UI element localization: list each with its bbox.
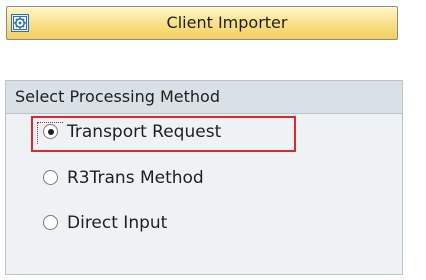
client-importer-button[interactable]: Client Importer xyxy=(6,6,398,40)
option-direct-input[interactable]: Direct Input xyxy=(6,208,236,240)
client-importer-label: Client Importer xyxy=(166,13,288,32)
option-label-direct-input: Direct Input xyxy=(67,213,168,233)
radio-transport-request[interactable] xyxy=(43,124,58,139)
option-label-r3trans-method: R3Trans Method xyxy=(67,168,204,188)
option-transport-request[interactable]: Transport Request xyxy=(6,117,286,149)
radio-direct-input[interactable] xyxy=(43,215,58,230)
group-header: Select Processing Method xyxy=(6,81,402,114)
radio-r3trans-method[interactable] xyxy=(43,170,58,185)
group-title: Select Processing Method xyxy=(15,87,220,106)
option-label-transport-request: Transport Request xyxy=(67,122,222,142)
option-r3trans-method[interactable]: R3Trans Method xyxy=(6,163,256,195)
processing-method-group: Select Processing Method Transport Reque… xyxy=(5,80,403,275)
